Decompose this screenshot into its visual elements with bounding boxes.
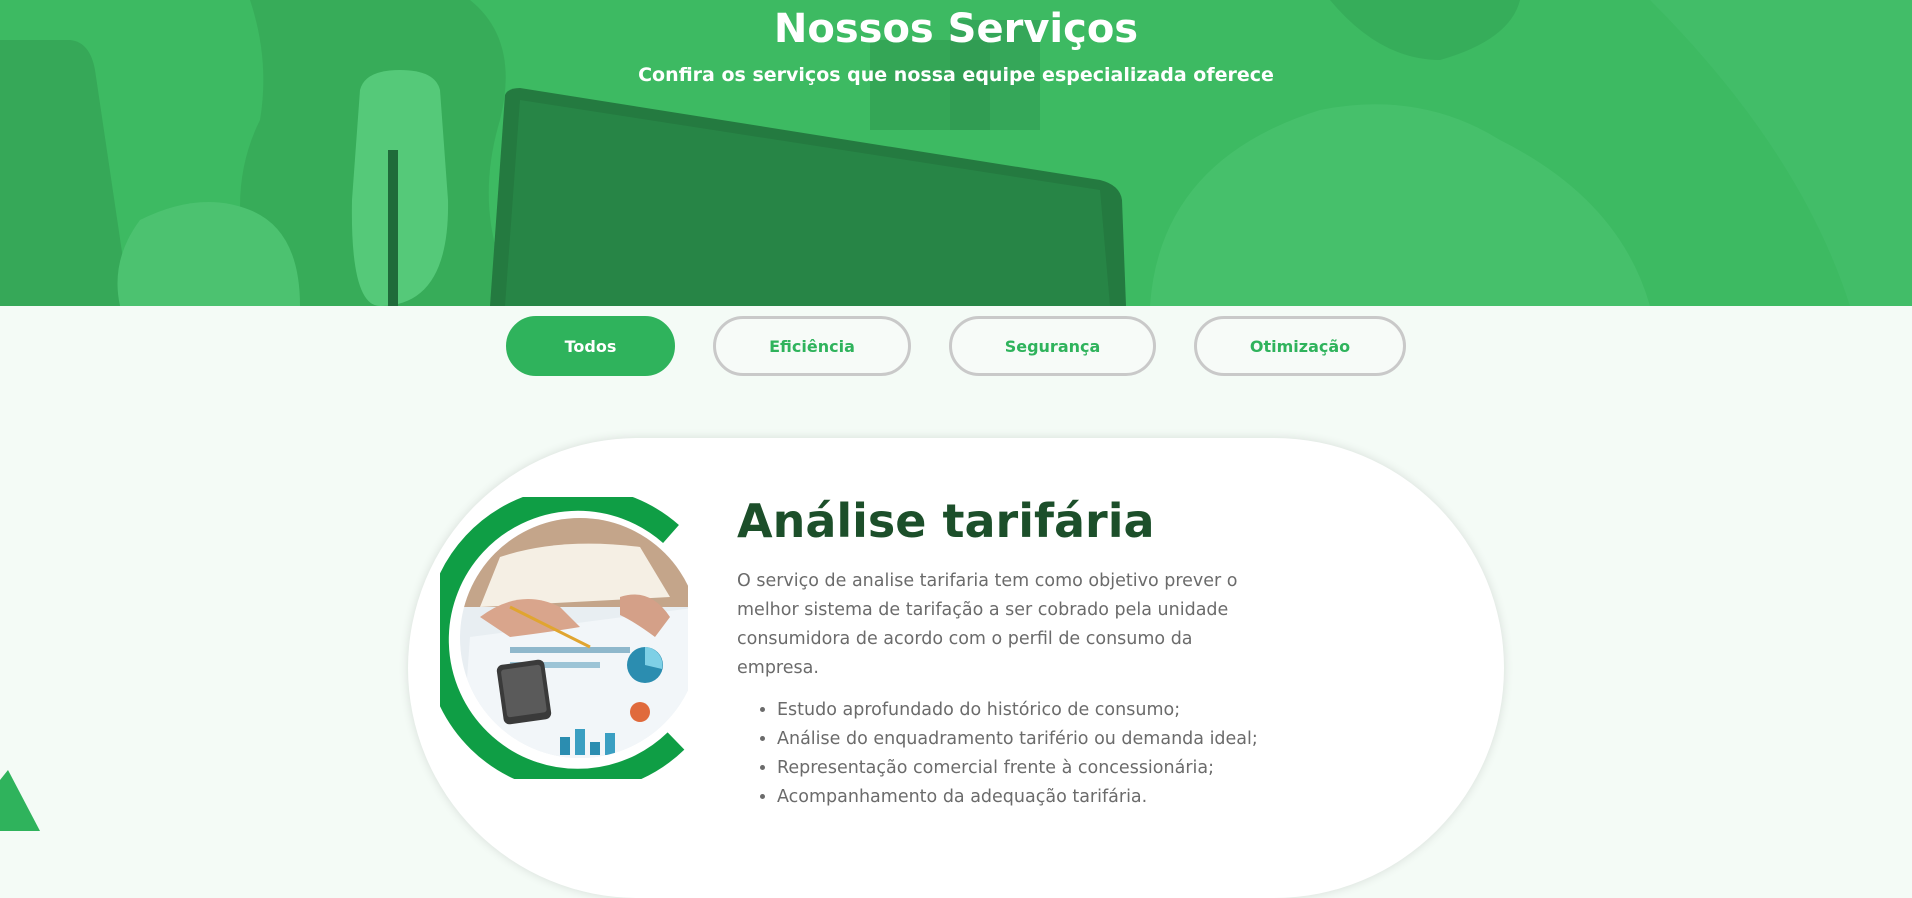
list-item: Representação comercial frente à concess… [777, 754, 1337, 783]
service-description: O serviço de analise tarifaria tem como … [737, 571, 1238, 678]
service-feature-list: Estudo aprofundado do histórico de consu… [777, 696, 1337, 812]
decorative-corner-shape [0, 770, 40, 831]
filter-tab-seguranca[interactable]: Segurança [949, 316, 1156, 376]
service-image [440, 497, 688, 779]
service-title: Análise tarifária [737, 494, 1155, 548]
list-item: Acompanhamento da adequação tarifária. [777, 783, 1337, 812]
filter-tab-otimizacao[interactable]: Otimização [1194, 316, 1406, 376]
list-item: Estudo aprofundado do histórico de consu… [777, 696, 1337, 725]
list-item: Análise do enquadramento tarifério ou de… [777, 725, 1337, 754]
page-title: Nossos Serviços [773, 6, 1139, 52]
filter-tab-todos[interactable]: Todos [506, 316, 675, 376]
page-subtitle: Confira os serviços que nossa equipe esp… [638, 64, 1274, 86]
filter-tab-eficiencia[interactable]: Eficiência [713, 316, 911, 376]
hero-banner: Nossos Serviços Confira os serviços que … [0, 0, 1912, 306]
service-filter-tabs: Todos Eficiência Segurança Otimização [0, 316, 1912, 376]
